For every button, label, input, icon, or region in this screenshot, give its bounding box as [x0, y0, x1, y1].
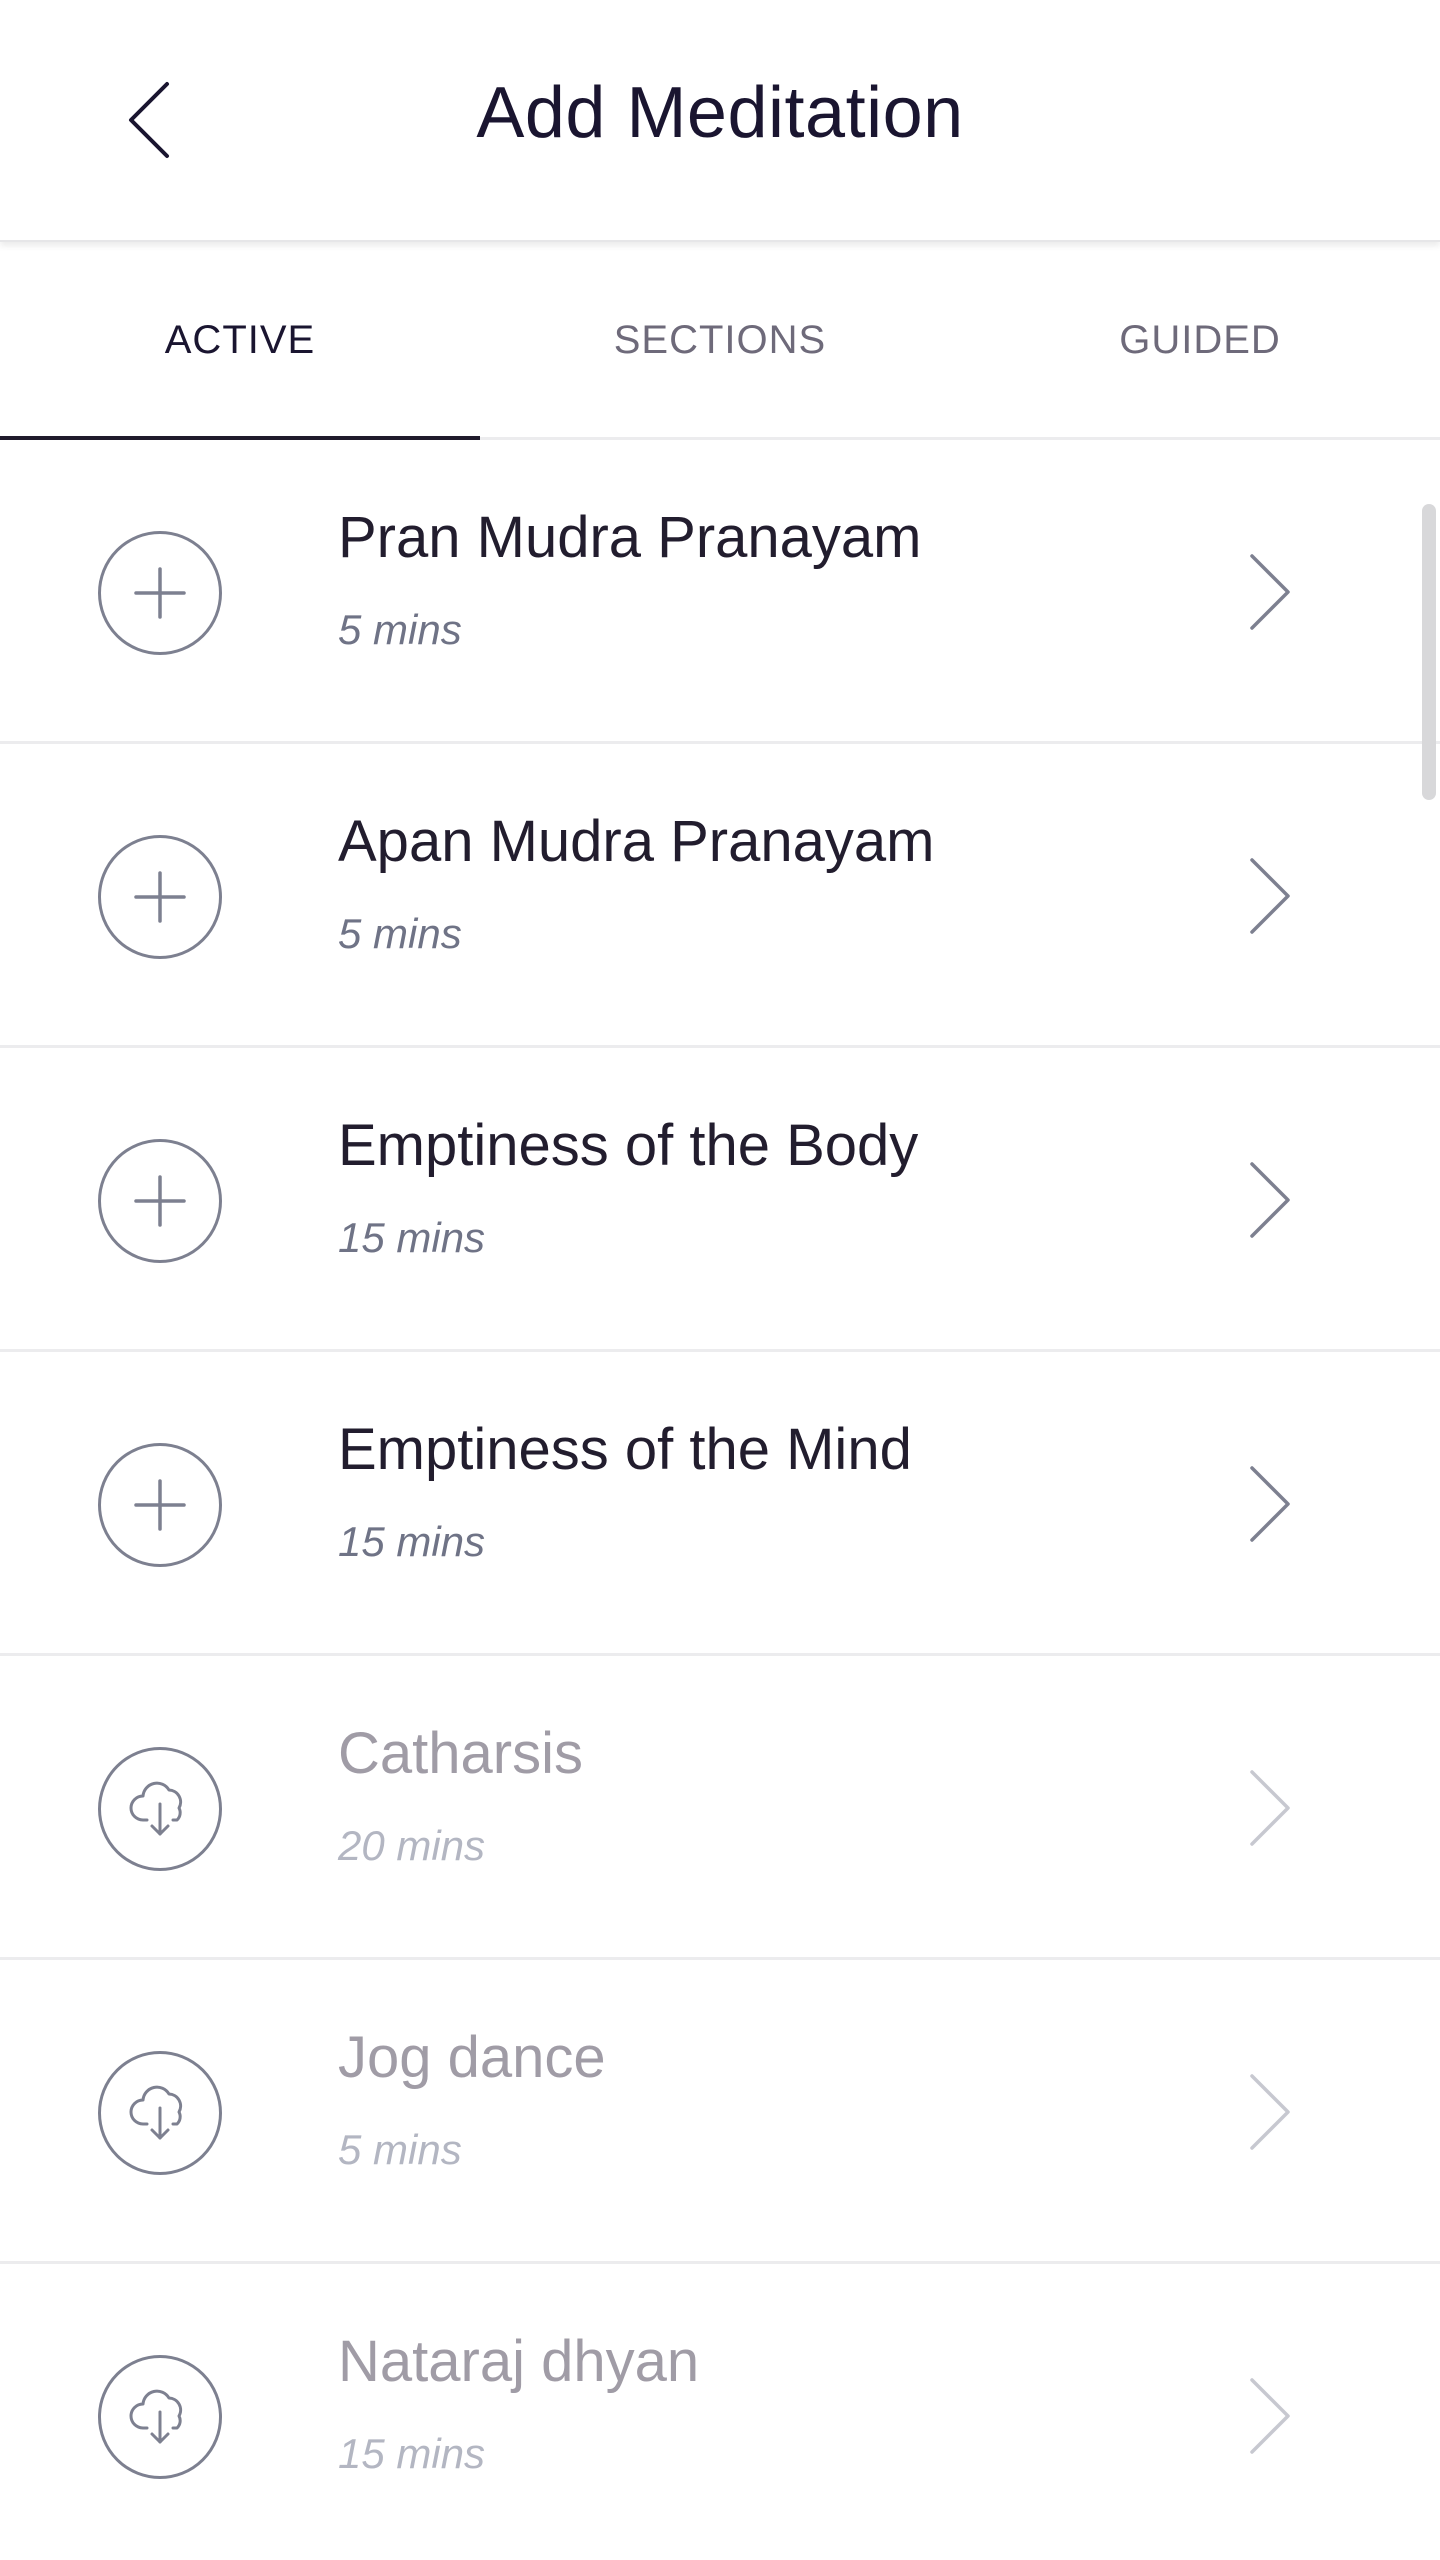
add-button[interactable]: [98, 1139, 222, 1263]
tab-guided[interactable]: GUIDED: [960, 244, 1440, 437]
meditation-title: Jog dance: [338, 2025, 606, 2090]
chevron-right-icon[interactable]: [1240, 856, 1300, 936]
meditation-title: Catharsis: [338, 1721, 583, 1786]
list-item[interactable]: Apan Mudra Pranayam 5 mins: [0, 744, 1440, 1048]
add-button[interactable]: [98, 835, 222, 959]
plus-icon: [134, 1175, 186, 1227]
chevron-right-icon[interactable]: [1240, 1768, 1300, 1848]
chevron-right-icon[interactable]: [1240, 552, 1300, 632]
meditation-title: Apan Mudra Pranayam: [338, 809, 935, 874]
meditation-duration: 15 mins: [338, 1518, 486, 1565]
meditation-duration: 15 mins: [338, 2430, 486, 2477]
cloud-download-icon: [129, 2085, 183, 2140]
download-button[interactable]: [98, 2355, 222, 2479]
list-item[interactable]: Catharsis 20 mins: [0, 1656, 1440, 1960]
chevron-right-icon[interactable]: [1240, 1464, 1300, 1544]
download-button[interactable]: [98, 2051, 222, 2175]
meditation-title: Nataraj dhyan: [338, 2329, 700, 2394]
plus-icon: [134, 567, 186, 619]
meditation-duration: 20 mins: [338, 1822, 486, 1869]
scrollbar[interactable]: [1422, 504, 1436, 800]
add-button[interactable]: [98, 531, 222, 655]
list-item[interactable]: Emptiness of the Mind 15 mins: [0, 1352, 1440, 1656]
tab-active[interactable]: ACTIVE: [0, 244, 480, 440]
meditation-list: Pran Mudra Pranayam 5 mins Apan Mudra Pr…: [0, 440, 1440, 2560]
add-button[interactable]: [98, 1443, 222, 1567]
page-title: Add Meditation: [476, 73, 964, 153]
meditation-title: Pran Mudra Pranayam: [338, 505, 922, 570]
chevron-right-icon[interactable]: [1240, 1160, 1300, 1240]
list-item[interactable]: Nataraj dhyan 15 mins: [0, 2264, 1440, 2560]
meditation-title: Emptiness of the Body: [338, 1113, 919, 1178]
tab-sections[interactable]: SECTIONS: [480, 244, 960, 437]
cloud-download-icon: [129, 1781, 183, 1836]
chevron-right-icon[interactable]: [1240, 2072, 1300, 2152]
download-button[interactable]: [98, 1747, 222, 1871]
list-item[interactable]: Jog dance 5 mins: [0, 1960, 1440, 2264]
plus-icon: [134, 1479, 186, 1531]
cloud-download-icon: [129, 2389, 183, 2444]
meditation-duration: 5 mins: [338, 2126, 462, 2173]
meditation-title: Emptiness of the Mind: [338, 1417, 912, 1482]
chevron-right-icon[interactable]: [1240, 2376, 1300, 2456]
plus-icon: [134, 871, 186, 923]
meditation-duration: 5 mins: [338, 910, 462, 957]
meditation-duration: 15 mins: [338, 1214, 486, 1261]
meditation-duration: 5 mins: [338, 606, 462, 653]
list-item[interactable]: Pran Mudra Pranayam 5 mins: [0, 440, 1440, 744]
tab-bar: ACTIVE SECTIONS GUIDED: [0, 244, 1440, 440]
header: Add Meditation: [0, 0, 1440, 242]
add-meditation-screen: Add Meditation ACTIVE SECTIONS GUIDED Pr…: [0, 0, 1440, 2560]
list-item[interactable]: Emptiness of the Body 15 mins: [0, 1048, 1440, 1352]
